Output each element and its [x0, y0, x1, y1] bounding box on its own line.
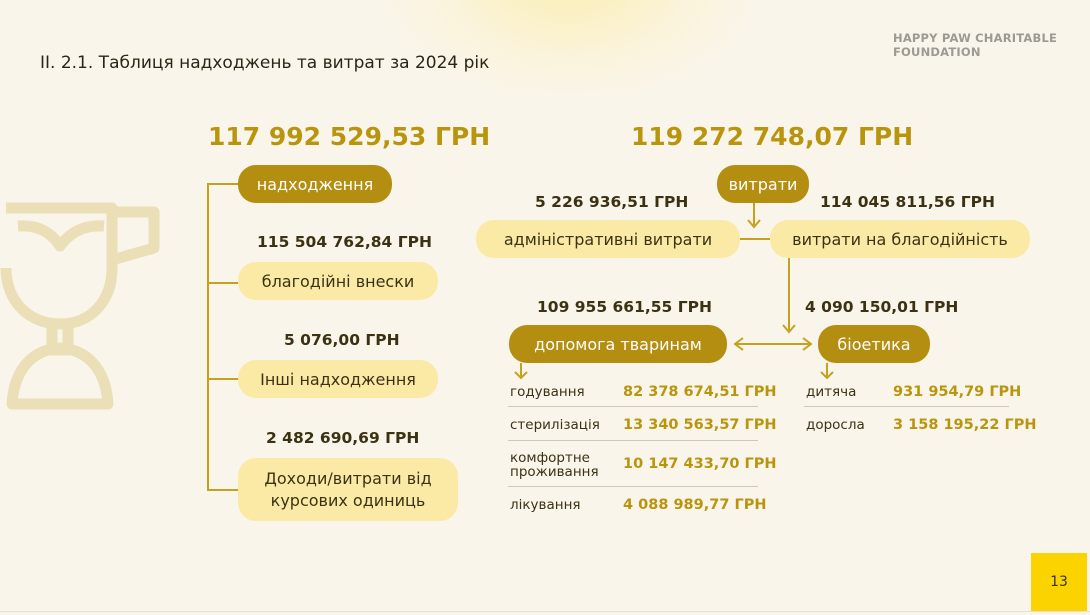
bioethics-pill: біоетика: [818, 325, 930, 363]
admin-charity-connector: [740, 238, 770, 240]
admin-pill: адміністративні витрати: [476, 220, 740, 258]
bottom-divider: [0, 611, 1090, 612]
bioethics-row-1-label: дитяча: [806, 384, 857, 400]
admin-amount: 5 226 936,51 ГРН: [535, 193, 689, 211]
animals-amount: 109 955 661,55 ГРН: [537, 298, 712, 316]
expenses-pill: витрати: [717, 165, 809, 203]
brand-name-line1: HAPPY PAW CHARITABLE: [893, 31, 1058, 45]
page-number: 13: [1031, 553, 1087, 611]
bioethics-row-2-label: доросла: [806, 417, 865, 433]
income-item-1-amount: 115 504 762,84 ГРН: [257, 233, 432, 251]
animals-row-3-value: 10 147 433,70 ГРН: [623, 456, 777, 472]
animals-row-1-label: годування: [510, 384, 585, 400]
animals-pill: допомога тваринам: [509, 325, 727, 363]
income-pill: надходження: [238, 165, 392, 203]
row-separator: [508, 440, 758, 441]
animals-row-4-value: 4 088 989,77 ГРН: [623, 497, 767, 513]
arrow-down-icon: [514, 371, 528, 380]
slide: II. 2.1. Таблиця надходжень та витрат за…: [0, 0, 1090, 615]
income-item-2-amount: 5 076,00 ГРН: [284, 331, 400, 349]
arrow-right-icon: [802, 337, 813, 351]
income-connector-1: [207, 282, 238, 284]
page-title: II. 2.1. Таблиця надходжень та витрат за…: [40, 53, 490, 73]
charity-pill: витрати на благодійність: [770, 220, 1030, 258]
animals-row-1-value: 82 378 674,51 ГРН: [623, 384, 777, 400]
arrow-down-icon: [747, 219, 761, 229]
animals-row-4-label: лікування: [510, 497, 581, 513]
income-item-3-label-line2: курсових одиниць: [270, 490, 426, 510]
arrow-down-icon: [782, 324, 796, 334]
row-separator: [508, 406, 758, 407]
animals-row-2-value: 13 340 563,57 ГРН: [623, 417, 777, 433]
bioethics-row-2-value: 3 158 195,22 ГРН: [893, 417, 1037, 433]
income-item-3-label-line1: Доходи/витрати від: [264, 468, 432, 488]
arrow-left-icon: [733, 337, 744, 351]
bioethics-amount: 4 090 150,01 ГРН: [805, 298, 959, 316]
income-total: 117 992 529,53 ГРН: [208, 122, 491, 151]
income-connector-2: [207, 378, 238, 380]
income-item-2-pill: Інші надходження: [238, 360, 438, 398]
animals-row-3-label-line2: проживання: [510, 464, 599, 480]
income-connector-top: [207, 183, 238, 185]
trophy-cup-icon: [0, 202, 160, 410]
animals-row-3-label-line1: комфортне: [510, 450, 590, 466]
arrow-down-icon: [820, 371, 834, 380]
income-item-1-pill: благодійні внески: [238, 262, 438, 300]
bioethics-row-1-value: 931 954,79 ГРН: [893, 384, 1022, 400]
double-arrow-shaft: [736, 343, 810, 345]
brand-name: HAPPY PAW CHARITABLE FOUNDATION: [893, 31, 1057, 59]
charity-amount: 114 045 811,56 ГРН: [820, 193, 995, 211]
animals-row-3-label: комфортне проживання: [510, 451, 599, 479]
row-separator: [508, 486, 758, 487]
income-connector-3: [207, 489, 238, 491]
row-separator: [804, 406, 1009, 407]
income-item-3-pill: Доходи/витрати від курсових одиниць: [238, 458, 458, 521]
income-item-3-amount: 2 482 690,69 ГРН: [266, 429, 420, 447]
background-glow: [380, 0, 760, 100]
charity-arrow-shaft: [788, 258, 790, 330]
income-connector-vertical: [207, 183, 209, 491]
expenses-total: 119 272 748,07 ГРН: [631, 122, 914, 151]
animals-row-2-label: стерилізація: [510, 417, 600, 433]
brand-name-line2: FOUNDATION: [893, 45, 981, 59]
